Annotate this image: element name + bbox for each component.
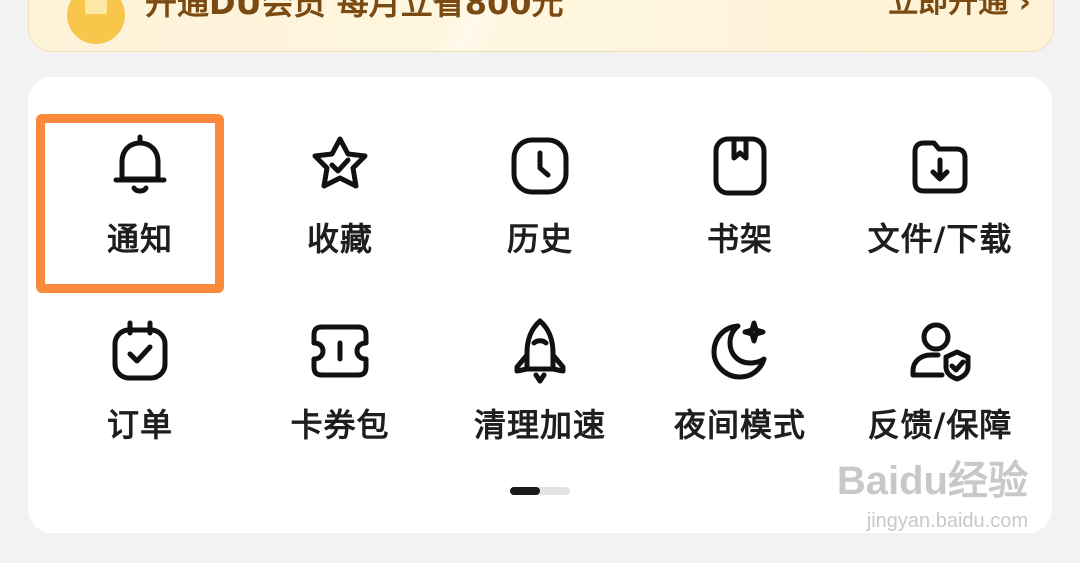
moon-icon [706, 317, 774, 385]
page-indicator-current [510, 487, 540, 495]
watermark-brand: Baidu经验 [836, 459, 1028, 503]
grid-item-label: 清理加速 [473, 406, 606, 444]
grid-item-label: 卡券包 [290, 406, 390, 444]
baidu-watermark: Baidu经验 jingyan.baidu.com [836, 448, 1028, 532]
grid-item-feedback-protection[interactable]: 反馈/保障 [840, 77, 1040, 444]
vip-badge-icon [67, 0, 125, 44]
vip-banner-title: 开通DU会员 每月立省800元 [145, 0, 564, 22]
ticket-icon [306, 317, 374, 385]
vip-banner[interactable]: 开通DU会员 每月立省800元 立即开通 › [28, 0, 1054, 52]
grid-item-coupons[interactable]: 卡券包 [240, 77, 440, 444]
grid-item-label: 夜间模式 [673, 406, 806, 444]
calendar-check-icon [106, 317, 174, 385]
grid-item-cleanup-boost[interactable]: 清理加速 [440, 77, 640, 444]
grid-item-label: 反馈/保障 [867, 406, 1013, 444]
grid-item-orders[interactable]: 订单 [40, 77, 240, 444]
rocket-icon [506, 317, 574, 385]
vip-open-button[interactable]: 立即开通 › [888, 0, 1031, 23]
grid-item-label: 订单 [106, 406, 173, 444]
watermark-url: jingyan.baidu.com [866, 510, 1028, 532]
user-shield-icon [906, 317, 974, 385]
grid-item-night-mode[interactable]: 夜间模式 [640, 77, 840, 444]
page-indicator[interactable] [510, 487, 570, 495]
